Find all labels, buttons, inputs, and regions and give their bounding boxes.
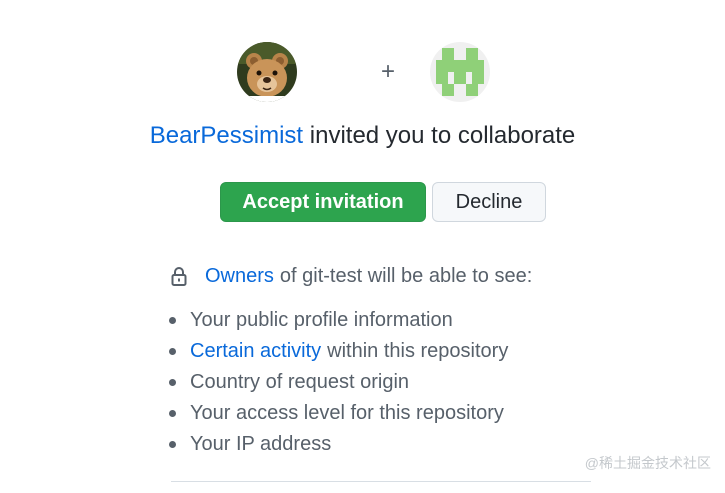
list-item-text: within this repository <box>327 340 509 362</box>
permission-list: Your public profile information Certain … <box>166 305 508 460</box>
bullet-icon <box>169 441 176 448</box>
list-item: Your IP address <box>166 429 508 460</box>
list-item-text: Your public profile information <box>190 309 453 331</box>
list-item-text: Your access level for this repository <box>190 402 504 424</box>
invitation-headline: BearPessimist invited you to collaborate <box>0 120 725 152</box>
invitation-actions: Accept invitation Decline <box>220 182 546 222</box>
decline-button[interactable]: Decline <box>432 182 546 222</box>
visibility-notice: Owners of git-test will be able to see: <box>171 262 532 290</box>
inviter-link[interactable]: BearPessimist <box>150 122 303 149</box>
bullet-icon <box>169 348 176 355</box>
list-item: Your access level for this repository <box>166 398 508 429</box>
list-item-text: Your IP address <box>190 433 332 455</box>
watermark: @稀土掘金技术社区 <box>584 455 711 471</box>
inviter-avatar[interactable] <box>236 42 297 102</box>
list-item: Country of request origin <box>166 367 508 398</box>
repository-avatar[interactable] <box>429 42 490 102</box>
owners-link[interactable]: Owners <box>205 262 274 290</box>
plus-sign: + <box>380 58 395 85</box>
list-item: Your public profile information <box>166 305 508 336</box>
bullet-icon <box>169 379 176 386</box>
bullet-icon <box>169 410 176 417</box>
headline-text: invited you to collaborate <box>309 122 576 149</box>
list-item-text: Country of request origin <box>190 371 410 393</box>
avatar-row <box>0 42 725 102</box>
lock-icon <box>171 266 187 286</box>
notice-text: of git-test will be able to see: <box>279 265 533 287</box>
teddy-bear-icon <box>236 42 297 102</box>
bullet-icon <box>169 317 176 324</box>
identicon-icon <box>429 42 490 102</box>
certain-activity-link[interactable]: Certain activity <box>190 336 321 367</box>
accept-invitation-button[interactable]: Accept invitation <box>220 182 426 222</box>
divider <box>171 481 591 482</box>
invitation-page: + BearPessimist invited you to collabora… <box>0 0 725 493</box>
list-item: Certain activity within this repository <box>166 336 508 367</box>
